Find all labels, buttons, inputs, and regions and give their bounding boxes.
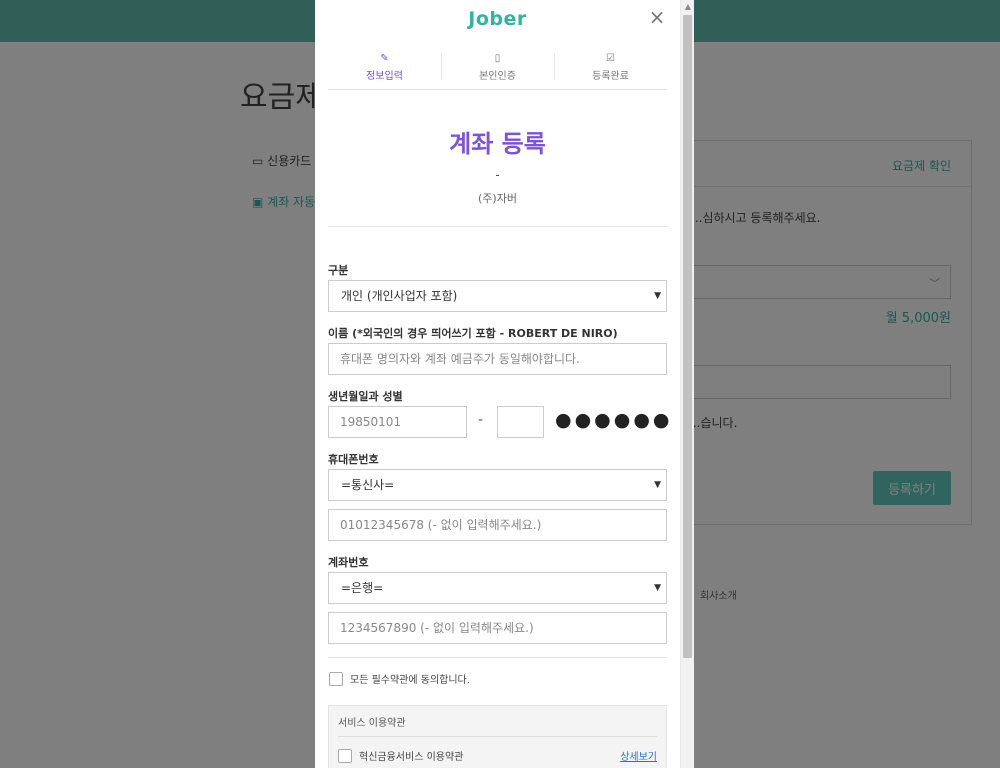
terms-checkbox[interactable] bbox=[338, 748, 352, 763]
phone-input[interactable]: 01012345678 (- 없이 입력해주세요.) bbox=[328, 509, 667, 541]
close-icon[interactable]: × bbox=[647, 7, 667, 27]
terms-box: 서비스 이용약관 혁신금융서비스 이용약관 상세보기 bbox=[328, 705, 667, 768]
terms-header: 서비스 이용약관 bbox=[338, 718, 406, 729]
divider bbox=[328, 226, 667, 227]
agree-all-label: 모든 필수약관에 동의합니다. bbox=[350, 675, 470, 686]
agree-all-row[interactable]: 모든 필수약관에 동의합니다. bbox=[329, 671, 470, 686]
type-select-value: 개인 (개인사업자 포함) bbox=[341, 289, 458, 303]
step-indicator: ✎ 정보입력 ▯ 본인인증 ☑ 등록완료 bbox=[328, 48, 667, 90]
jober-logo: Jober bbox=[468, 8, 527, 30]
birthdate-input[interactable]: 19850101 bbox=[328, 406, 467, 438]
step-label: 본인인증 bbox=[479, 71, 516, 82]
step-info-input: ✎ 정보입력 bbox=[328, 48, 441, 89]
masked-digits: ●●●●●● bbox=[555, 409, 673, 431]
account-number-input[interactable]: 1234567890 (- 없이 입력해주세요.) bbox=[328, 612, 667, 644]
caret-down-icon: ▼ bbox=[654, 583, 661, 593]
company-name: (주)자버 bbox=[478, 192, 517, 205]
modal-scrollbar[interactable]: ▲ bbox=[680, 0, 694, 768]
step-identity-verification: ▯ 본인인증 bbox=[441, 48, 554, 89]
scroll-up-arrow-icon[interactable]: ▲ bbox=[681, 0, 694, 14]
caret-down-icon: ▼ bbox=[654, 480, 661, 490]
phone-label: 휴대폰번호 bbox=[328, 453, 379, 466]
birth-gender-label: 생년월일과 성별 bbox=[328, 390, 403, 403]
carrier-select[interactable]: =통신사= ▼ bbox=[328, 469, 667, 501]
checkbox-icon: ☑ bbox=[606, 53, 615, 64]
account-registration-modal: Jober × ✎ 정보입력 ▯ 본인인증 ☑ 등록완료 계좌 등록 - (주)… bbox=[315, 0, 694, 768]
agree-all-checkbox[interactable] bbox=[329, 671, 343, 686]
step-label: 정보입력 bbox=[366, 71, 403, 82]
gender-digit-input[interactable] bbox=[497, 406, 544, 438]
divider bbox=[328, 657, 667, 658]
bank-select[interactable]: =은행= ▼ bbox=[328, 572, 667, 604]
terms-item[interactable]: 혁신금융서비스 이용약관 상세보기 bbox=[338, 748, 657, 763]
phone-icon: ▯ bbox=[494, 53, 501, 64]
carrier-select-value: =통신사= bbox=[341, 478, 395, 492]
subtitle-dash: - bbox=[495, 168, 500, 182]
divider bbox=[338, 736, 657, 737]
bank-select-value: =은행= bbox=[341, 581, 384, 595]
step-registration-complete: ☑ 등록완료 bbox=[554, 48, 667, 89]
modal-title: 계좌 등록 bbox=[449, 130, 546, 158]
type-label: 구분 bbox=[328, 264, 349, 277]
account-label: 계좌번호 bbox=[328, 556, 369, 569]
type-select[interactable]: 개인 (개인사업자 포함) ▼ bbox=[328, 280, 667, 312]
view-details-link[interactable]: 상세보기 bbox=[620, 748, 657, 763]
scrollbar-thumb[interactable] bbox=[683, 15, 692, 658]
name-label: 이름 (*외국인의 경우 띄어쓰기 포함 - ROBERT DE NIRO) bbox=[328, 327, 618, 340]
birth-separator: - bbox=[478, 412, 484, 428]
terms-item-label: 혁신금융서비스 이용약관 bbox=[359, 752, 464, 763]
step-label: 등록완료 bbox=[592, 71, 629, 82]
edit-icon: ✎ bbox=[380, 53, 389, 64]
name-input[interactable]: 휴대폰 명의자와 계좌 예금주가 동일해야합니다. bbox=[328, 343, 667, 375]
caret-down-icon: ▼ bbox=[654, 291, 661, 301]
